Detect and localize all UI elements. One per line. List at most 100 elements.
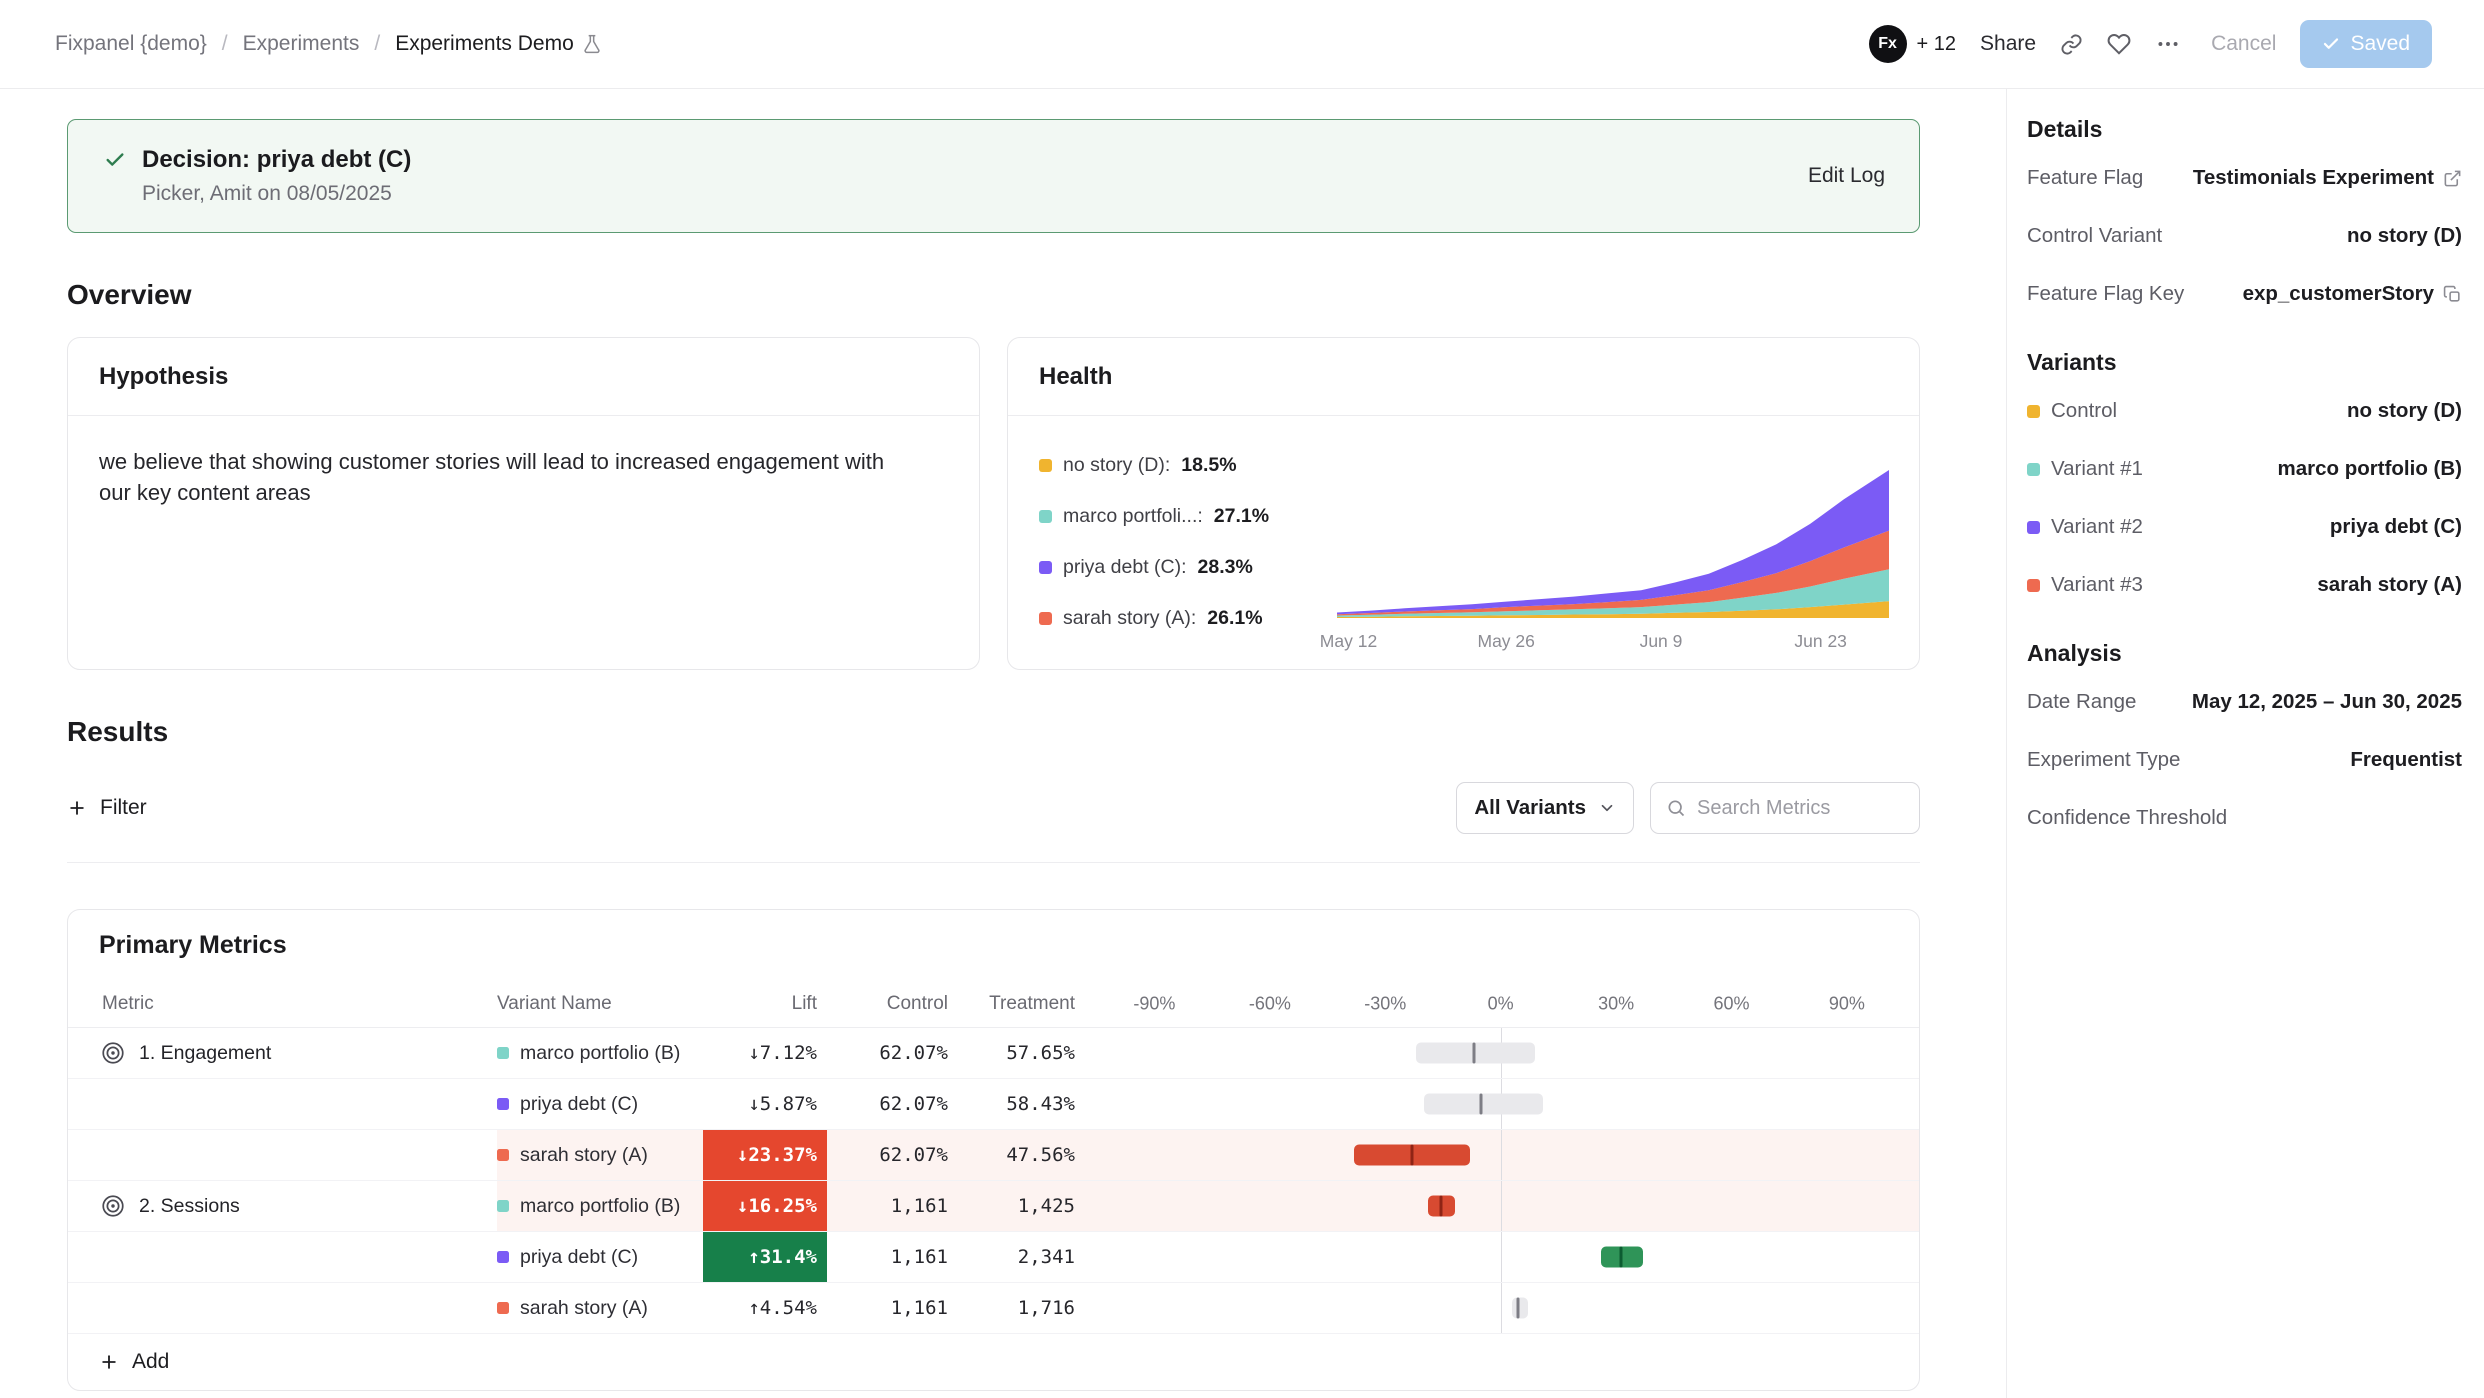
confidence-interval-tick	[1516, 1298, 1519, 1319]
details-value[interactable]: Testimonials Experiment	[2193, 166, 2462, 190]
lift-axis: -90%-60%-30%0%30%60%90%	[1079, 980, 1919, 1027]
saved-button[interactable]: Saved	[2300, 20, 2432, 68]
variant-color-dot	[497, 1149, 509, 1161]
legend-value: 26.1%	[1207, 607, 1262, 630]
analysis-rows: Date Range May 12, 2025 – Jun 30, 2025 Exp…	[2027, 673, 2462, 847]
health-chart-area: May 12May 26Jun 9Jun 23	[1325, 426, 1889, 657]
metric-name: 1. Engagement	[139, 1042, 271, 1065]
health-title: Health	[1008, 338, 1919, 416]
axis-label: 0%	[1488, 993, 1514, 1014]
metric-name-cell: 2. Sessions	[68, 1181, 497, 1231]
legend-item[interactable]: sarah story (A):26.1%	[1039, 607, 1325, 630]
axis-label: -60%	[1249, 993, 1291, 1014]
cancel-button[interactable]: Cancel	[2211, 32, 2276, 56]
analysis-label: Date Range	[2027, 690, 2136, 714]
treatment-cell: 1,716	[952, 1283, 1079, 1333]
analysis-value: May 12, 2025 – Jun 30, 2025	[2192, 690, 2462, 714]
control-cell: 1,161	[827, 1232, 952, 1282]
collaborators-count[interactable]: + 12	[1917, 33, 1956, 56]
legend-value: 18.5%	[1181, 454, 1236, 477]
favorite-button[interactable]	[2107, 32, 2131, 56]
external-link-icon[interactable]	[2443, 169, 2462, 188]
variant-row: Variant #3sarah story (A)	[2027, 556, 2462, 614]
x-tick-label: Jun 23	[1794, 631, 1847, 652]
health-x-labels: May 12May 26Jun 9Jun 23	[1337, 629, 1889, 657]
experiment-page: Fixpanel {demo} / Experiments / Experime…	[0, 0, 2484, 1398]
health-card: Health no story (D):18.5% marco portfoli.…	[1007, 337, 1920, 670]
legend-dot	[1039, 459, 1052, 472]
variant-value: sarah story (A)	[2317, 573, 2462, 597]
decision-subtitle: Picker, Amit on 08/05/2025	[142, 182, 411, 206]
heart-icon	[2107, 32, 2131, 56]
metric-row[interactable]: 2. Sessionsmarco portfolio (B)↓16.25%1,1…	[68, 1181, 1919, 1232]
details-row: Feature FlagTestimonials Experiment	[2027, 149, 2462, 207]
main-content: Decision: priya debt (C) Picker, Amit on…	[0, 89, 2006, 1398]
analysis-row: Date Range May 12, 2025 – Jun 30, 2025	[2027, 673, 2462, 731]
confidence-interval-cell	[1079, 1181, 1919, 1231]
axis-label: 60%	[1713, 993, 1749, 1014]
axis-label: -30%	[1364, 993, 1406, 1014]
metric-row[interactable]: priya debt (C)↓5.87%62.07%58.43%	[68, 1079, 1919, 1130]
more-options-button[interactable]	[2155, 31, 2181, 57]
avatar[interactable]: Fx	[1869, 25, 1907, 63]
metric-row[interactable]: sarah story (A)↓23.37%62.07%47.56%	[68, 1130, 1919, 1181]
copy-link-button[interactable]	[2060, 33, 2083, 56]
variant-color-dot	[2027, 463, 2040, 476]
legend-item[interactable]: no story (D):18.5%	[1039, 454, 1325, 477]
variant-color-dot	[2027, 521, 2040, 534]
variant-row: Variant #1marco portfolio (B)	[2027, 440, 2462, 498]
overview-heading: Overview	[67, 279, 1920, 311]
copy-icon[interactable]	[2443, 285, 2462, 304]
legend-value: 28.3%	[1198, 556, 1253, 579]
breadcrumb: Fixpanel {demo} / Experiments / Experime…	[55, 32, 602, 56]
confidence-interval-tick	[1440, 1196, 1443, 1217]
details-row: Control Variantno story (D)	[2027, 207, 2462, 265]
x-tick-label: Jun 9	[1640, 631, 1683, 652]
metric-row[interactable]: 1. Engagementmarco portfolio (B)↓7.12%62…	[68, 1028, 1919, 1079]
edit-log-button[interactable]: Edit Log	[1808, 164, 1885, 188]
variant-name-cell: sarah story (A)	[497, 1130, 703, 1180]
confidence-interval-tick	[1472, 1043, 1475, 1064]
variant-color-dot	[497, 1047, 509, 1059]
lift-cell: ↓7.12%	[703, 1028, 827, 1078]
hypothesis-card: Hypothesis we believe that showing custo…	[67, 337, 980, 670]
legend-dot	[1039, 510, 1052, 523]
analysis-value: Frequentist	[2350, 748, 2462, 772]
details-value[interactable]: exp_customerStory	[2243, 282, 2462, 306]
lift-cell: ↓23.37%	[703, 1130, 827, 1180]
primary-metrics-card: Primary Metrics Metric Variant Name Lift…	[67, 909, 1920, 1391]
primary-metrics-title: Primary Metrics	[68, 910, 1919, 980]
hypothesis-body: we believe that showing customer stories…	[68, 416, 948, 538]
legend-label: priya debt (C):	[1063, 556, 1187, 579]
treatment-cell: 2,341	[952, 1232, 1079, 1282]
variant-color-dot	[2027, 405, 2040, 418]
legend-dot	[1039, 612, 1052, 625]
breadcrumb-workspace[interactable]: Fixpanel {demo}	[55, 32, 207, 56]
variant-name-cell: marco portfolio (B)	[497, 1028, 703, 1078]
search-input[interactable]	[1697, 797, 1904, 820]
confidence-interval-cell	[1079, 1028, 1919, 1078]
axis-label: -90%	[1133, 993, 1175, 1014]
share-button[interactable]: Share	[1980, 32, 2036, 56]
metrics-search	[1650, 782, 1920, 834]
analysis-row: Confidence Threshold	[2027, 789, 2462, 847]
metric-name-cell	[68, 1079, 497, 1129]
metric-row[interactable]: sarah story (A)↑4.54%1,1611,716	[68, 1283, 1919, 1334]
confidence-interval-bar	[1416, 1043, 1535, 1064]
legend-item[interactable]: priya debt (C): 28.3%	[1039, 556, 1325, 579]
legend-item[interactable]: marco portfoli...:27.1%	[1039, 505, 1325, 528]
details-value: no story (D)	[2347, 224, 2462, 248]
confidence-interval-tick	[1411, 1145, 1414, 1166]
lift-cell: ↓16.25%	[703, 1181, 827, 1231]
details-heading: Details	[2027, 116, 2462, 143]
details-row: Feature Flag Keyexp_customerStory	[2027, 265, 2462, 323]
analysis-label: Experiment Type	[2027, 748, 2180, 772]
control-cell: 1,161	[827, 1181, 952, 1231]
add-filter-button[interactable]: Filter	[67, 796, 147, 820]
variants-filter-dropdown[interactable]: All Variants	[1456, 782, 1634, 834]
breadcrumb-experiments[interactable]: Experiments	[243, 32, 360, 56]
health-legend: no story (D):18.5% marco portfoli...:27.1…	[1039, 426, 1325, 657]
metric-row[interactable]: priya debt (C)↑31.4%1,1612,341	[68, 1232, 1919, 1283]
variant-color-dot	[497, 1302, 509, 1314]
add-metric-button[interactable]: Add	[68, 1334, 1919, 1390]
